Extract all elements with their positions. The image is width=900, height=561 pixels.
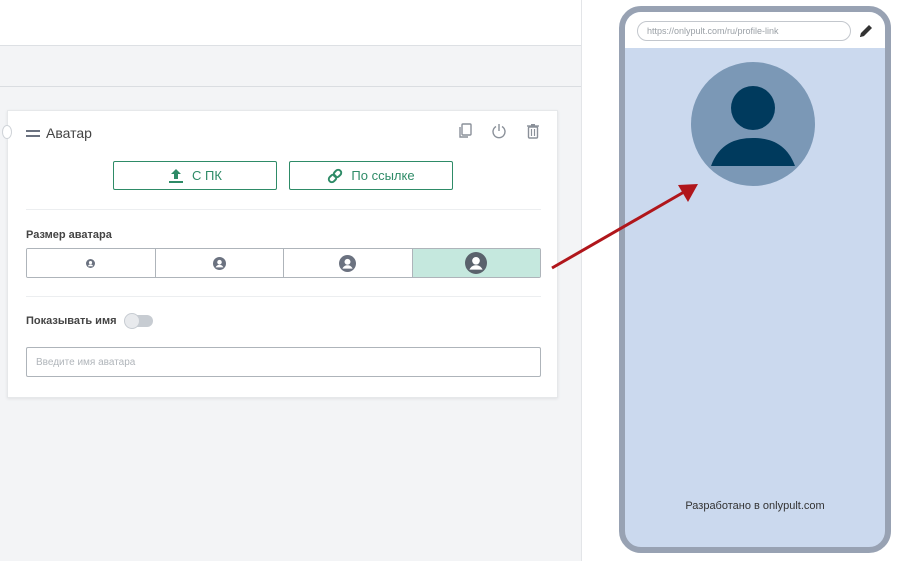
toggle-knob: [123, 313, 140, 329]
size-option-s[interactable]: [155, 249, 284, 277]
avatar-size-selector: [26, 248, 541, 278]
link-icon: [328, 168, 343, 183]
profile-url-field[interactable]: [637, 21, 851, 41]
footer-credit: Разработано в onlypult.com: [685, 500, 825, 512]
size-option-xs[interactable]: [27, 249, 156, 277]
copy-icon[interactable]: [455, 121, 475, 141]
upload-from-pc-label: С ПК: [192, 168, 222, 183]
block-header: Аватар: [26, 125, 92, 141]
avatar-name-input[interactable]: [26, 347, 541, 377]
size-option-m[interactable]: [284, 249, 413, 277]
block-title: Аватар: [46, 125, 92, 141]
size-option-l[interactable]: [412, 249, 540, 277]
upload-icon: [169, 168, 184, 183]
drag-handle-icon[interactable]: [26, 129, 40, 137]
avatar-m-icon: [339, 254, 357, 272]
upload-by-link-label: По ссылке: [351, 168, 415, 183]
preview-url-bar: [625, 12, 885, 48]
power-icon[interactable]: [489, 121, 509, 141]
divider: [26, 209, 541, 210]
upload-buttons: С ПК По ссылке: [113, 161, 453, 190]
top-bar: [0, 0, 581, 46]
avatar-size-label: Размер аватара: [26, 229, 112, 241]
phone-preview: Разработано в onlypult.com: [619, 6, 891, 553]
pencil-icon[interactable]: [856, 21, 876, 41]
show-name-row: Показывать имя: [26, 313, 153, 329]
upload-by-link-button[interactable]: По ссылке: [289, 161, 453, 190]
divider: [26, 296, 541, 297]
user-avatar-icon: [691, 62, 815, 186]
trash-icon[interactable]: [523, 121, 543, 141]
avatar-xs-icon: [86, 258, 96, 268]
show-name-toggle[interactable]: [123, 313, 153, 329]
block-connector-handle[interactable]: [2, 125, 12, 139]
editor-pane: Аватар С ПК По ссылке Размер аватара Пок…: [0, 0, 581, 561]
avatar-l-icon: [465, 252, 488, 274]
upload-from-pc-button[interactable]: С ПК: [113, 161, 277, 190]
section-divider: [0, 86, 581, 87]
show-name-label: Показывать имя: [26, 315, 117, 327]
avatar-block-card: Аватар С ПК По ссылке Размер аватара Пок…: [2, 110, 558, 398]
avatar-s-icon: [212, 256, 226, 270]
block-actions: [455, 121, 543, 141]
